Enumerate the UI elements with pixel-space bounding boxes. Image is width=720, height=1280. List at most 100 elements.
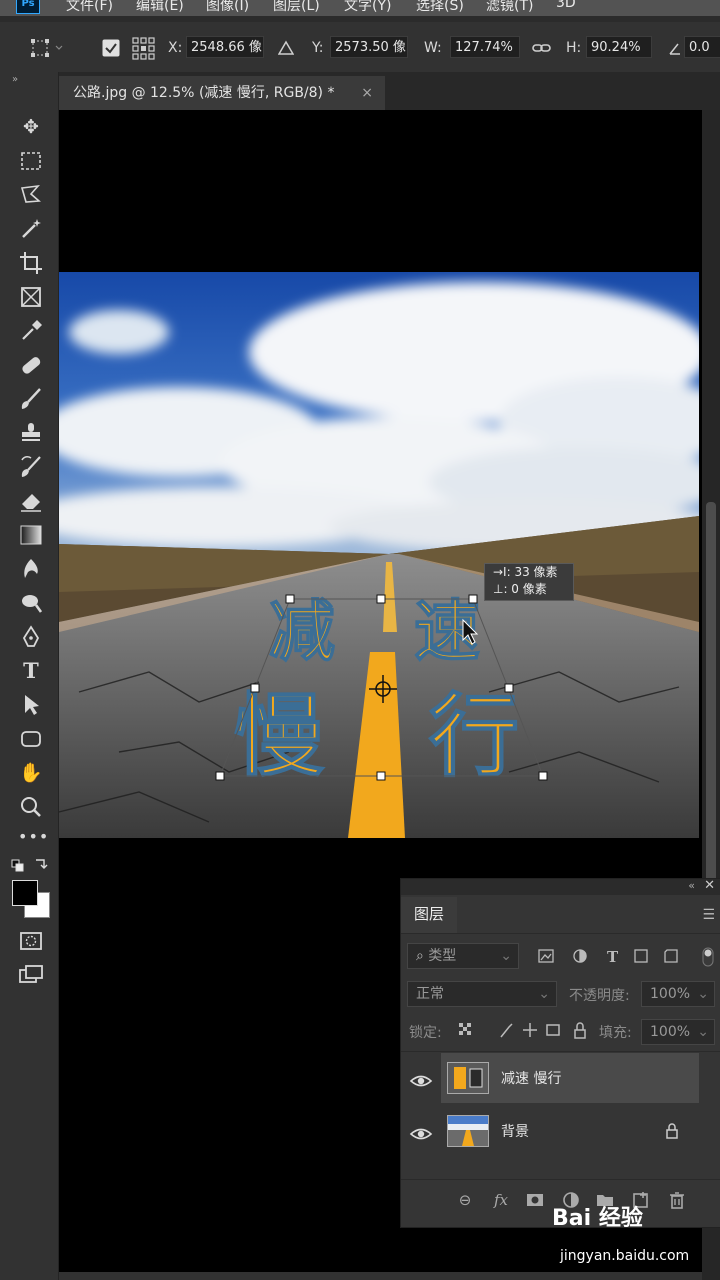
angle-icon — [669, 43, 680, 55]
x-field[interactable]: 2548.66 像 — [186, 36, 264, 58]
link-layers-icon[interactable]: ⊖ — [455, 1190, 475, 1210]
status-bar — [59, 1272, 702, 1280]
rectangle-tool-icon[interactable] — [18, 726, 44, 752]
healing-brush-tool-icon[interactable] — [18, 352, 44, 378]
chevron-down-icon: ⌄ — [500, 948, 512, 964]
opacity-value: 100% — [650, 986, 691, 1002]
gradient-tool-icon[interactable] — [18, 522, 44, 548]
delete-layer-trash-icon[interactable] — [667, 1190, 687, 1210]
blur-tool-icon[interactable] — [18, 556, 44, 582]
menu-select[interactable]: 选择(S) — [416, 0, 464, 15]
filter-placeholder: 类型 — [428, 948, 457, 964]
marquee-tool-icon[interactable] — [18, 148, 44, 174]
baidu-jingyan-watermark: Bai 经验 — [552, 1206, 643, 1231]
add-mask-icon[interactable] — [525, 1190, 545, 1210]
layer-visibility-eye-icon[interactable] — [409, 1124, 433, 1144]
delta-icon[interactable] — [278, 40, 294, 56]
layer-row-background[interactable]: 背景 — [441, 1106, 699, 1156]
options-bar: X: 2548.66 像 Y: 2573.50 像 W: 127.74% H: … — [0, 22, 720, 73]
eyedropper-tool-icon[interactable] — [18, 318, 44, 344]
menu-type[interactable]: 文字(Y) — [344, 0, 391, 15]
menu-bar: Ps 文件(F) 编辑(E) 图像(I) 图层(L) 文字(Y) 选择(S) 滤… — [0, 0, 720, 16]
text-char-jian: 减 — [269, 593, 335, 670]
eraser-tool-icon[interactable] — [18, 488, 44, 514]
photoshop-logo-icon[interactable]: Ps — [16, 0, 40, 14]
crop-tool-icon[interactable] — [18, 250, 44, 276]
blend-mode-value: 正常 — [416, 986, 444, 1002]
menu-filter[interactable]: 滤镜(T) — [486, 0, 533, 15]
frame-tool-icon[interactable] — [18, 284, 44, 310]
h-label: H: — [566, 40, 582, 56]
document-tab-bar: 公路.jpg @ 12.5% (减速 慢行, RGB/8) * × — [59, 72, 720, 110]
layer-name-background: 背景 — [501, 1124, 529, 1140]
x-label: X: — [168, 40, 183, 56]
tooltip-vertical: ⊥: 0 像素 — [493, 582, 547, 596]
screen-mode-icon[interactable] — [18, 962, 44, 988]
y-field[interactable]: 2573.50 像 — [330, 36, 408, 58]
blend-mode-select[interactable]: 正常 ⌄ — [407, 981, 557, 1007]
layer-row-text[interactable]: 减速 慢行 — [441, 1053, 699, 1103]
chevron-down-icon: ⌄ — [697, 986, 709, 1002]
angle-field[interactable]: 0.0 — [684, 36, 720, 58]
path-selection-tool-icon[interactable] — [18, 692, 44, 718]
reference-point-checkbox[interactable] — [102, 39, 120, 57]
layer-style-fx-icon[interactable]: fx — [491, 1190, 511, 1210]
collapse-chevron-icon[interactable]: » — [12, 74, 18, 85]
menu-3d[interactable]: 3D — [556, 0, 576, 11]
text-char-man: 慢 — [234, 684, 325, 789]
tools-panel: » ✥ T ✋ ••• — [0, 72, 59, 1280]
menu-image[interactable]: 图像(I) — [206, 0, 249, 15]
layer-name-text: 减速 慢行 — [501, 1071, 562, 1087]
foreground-color-swatch[interactable] — [12, 880, 38, 906]
panel-header-strip: « ✕ — [401, 878, 720, 895]
chevron-down-icon: ⌄ — [697, 1024, 709, 1040]
chevron-down-icon: ⌄ — [538, 986, 550, 1002]
panel-close-icon[interactable]: ✕ — [704, 878, 715, 893]
brush-tool-icon[interactable] — [18, 386, 44, 412]
layer-visibility-eye-icon[interactable] — [409, 1071, 433, 1091]
pen-tool-icon[interactable] — [18, 624, 44, 650]
lasso-tool-icon[interactable] — [18, 182, 44, 208]
distance-tooltip: →I: 33 像素 ⊥: 0 像素 — [484, 563, 574, 601]
panel-divider — [401, 1051, 720, 1052]
layer-filter-icons[interactable]: T — [537, 947, 717, 967]
document-tab[interactable]: 公路.jpg @ 12.5% (减速 慢行, RGB/8) * × — [59, 76, 385, 110]
menu-layer[interactable]: 图层(L) — [273, 0, 320, 15]
smart-object-thumbnail — [447, 1062, 489, 1094]
opacity-label: 不透明度: — [569, 988, 630, 1004]
swap-colors-icon[interactable] — [10, 856, 50, 876]
type-tool-icon[interactable]: T — [18, 658, 44, 684]
link-icon[interactable] — [532, 40, 552, 56]
magic-wand-tool-icon[interactable] — [18, 216, 44, 242]
dodge-tool-icon[interactable] — [18, 590, 44, 616]
close-tab-icon[interactable]: × — [361, 76, 373, 110]
menu-file[interactable]: 文件(F) — [66, 0, 113, 15]
menu-edit[interactable]: 编辑(E) — [136, 0, 184, 15]
reference-point-grid-icon[interactable] — [131, 36, 157, 60]
panel-divider — [401, 933, 720, 934]
svg-text:T: T — [607, 948, 619, 966]
clone-stamp-tool-icon[interactable] — [18, 420, 44, 446]
h-field[interactable]: 90.24% — [586, 36, 652, 58]
clouds — [59, 282, 699, 553]
panel-menu-icon[interactable]: ☰ — [702, 907, 715, 923]
layer-filter-select[interactable]: ⌕ 类型 ⌄ — [407, 943, 519, 969]
panel-collapse-icon[interactable]: « — [688, 879, 695, 892]
zoom-tool-icon[interactable] — [18, 794, 44, 820]
quick-mask-icon[interactable] — [18, 928, 44, 954]
transform-tool-icon[interactable] — [30, 37, 66, 59]
w-field[interactable]: 127.74% — [450, 36, 520, 58]
road-photo[interactable]: 减 速 慢 行 — [59, 272, 699, 838]
layers-panel: « ✕ 图层 ☰ ⌕ 类型 ⌄ T 正常 ⌄ 不透明度: 100% ⌄ 锁定: — [400, 878, 720, 1228]
y-label: Y: — [312, 40, 324, 56]
opacity-field[interactable]: 100% ⌄ — [641, 981, 715, 1007]
more-tools-icon[interactable]: ••• — [18, 824, 48, 850]
hand-tool-icon[interactable]: ✋ — [18, 760, 44, 786]
fill-field[interactable]: 100% ⌄ — [641, 1019, 715, 1045]
move-tool-icon[interactable]: ✥ — [18, 114, 44, 140]
layer-lock-icon[interactable] — [665, 1123, 679, 1139]
lock-icons[interactable] — [457, 1021, 587, 1041]
filter-search-icon: ⌕ — [416, 948, 424, 964]
layers-tab[interactable]: 图层 — [401, 897, 457, 933]
history-brush-tool-icon[interactable] — [18, 454, 44, 480]
